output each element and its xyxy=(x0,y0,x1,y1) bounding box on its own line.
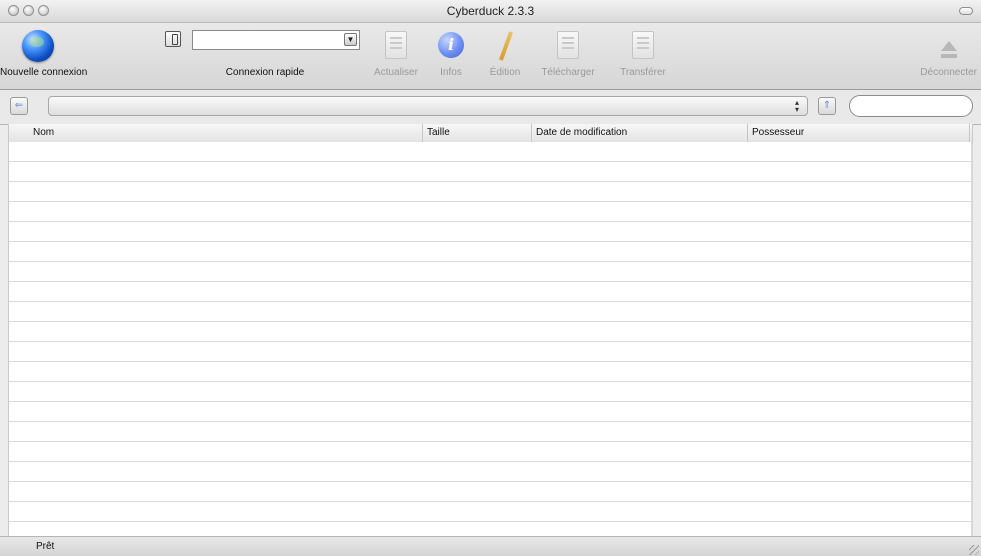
toolbar-toggle-button[interactable] xyxy=(959,7,973,15)
refresh-button[interactable]: Actualiser xyxy=(373,23,419,89)
window-title: Cyberduck 2.3.3 xyxy=(446,4,535,18)
refresh-icon xyxy=(385,31,407,59)
column-header-modified[interactable]: Date de modification xyxy=(532,124,748,142)
up-arrow-icon: ⇑ xyxy=(822,100,832,111)
disconnect-label: Déconnecter xyxy=(920,67,977,78)
title-bar: Cyberduck 2.3.3 xyxy=(0,0,981,23)
download-button[interactable]: Télécharger xyxy=(532,23,604,89)
upload-label: Transférer xyxy=(620,67,666,78)
up-down-arrows-icon: ▴ ▾ xyxy=(794,98,799,114)
column-header-size[interactable]: Taille xyxy=(423,124,532,142)
edit-label: Édition xyxy=(489,67,521,78)
new-connection-button[interactable]: Nouvelle connexion xyxy=(0,23,88,89)
path-popup[interactable]: ▴ ▾ xyxy=(48,96,808,116)
chevron-down-icon[interactable]: ▼ xyxy=(344,33,357,46)
column-header-owner[interactable]: Possesseur xyxy=(748,124,970,142)
toolbar: Nouvelle connexion ▼ Connexion rapide Ac… xyxy=(0,23,981,90)
disconnect-button[interactable]: Déconnecter xyxy=(917,23,981,89)
upload-button[interactable]: Transférer xyxy=(611,23,675,89)
pencil-icon xyxy=(498,31,514,61)
back-arrow-icon: ⇐ xyxy=(14,100,24,111)
quick-connect-combo[interactable]: ▼ xyxy=(192,30,360,50)
upload-icon xyxy=(632,31,654,59)
globe-icon xyxy=(22,30,54,62)
download-icon xyxy=(557,31,579,59)
quick-connect: ▼ Connexion rapide xyxy=(160,23,370,89)
new-connection-label: Nouvelle connexion xyxy=(0,67,88,78)
eject-icon xyxy=(940,41,958,61)
path-bar: ⇐ ▴ ▾ ⇑ xyxy=(0,90,981,125)
back-button[interactable]: ⇐ xyxy=(10,97,28,115)
status-text: Prêt xyxy=(36,541,55,552)
download-label: Télécharger xyxy=(541,67,595,78)
resize-grip-icon[interactable] xyxy=(969,545,979,555)
search-input[interactable] xyxy=(849,95,973,117)
refresh-label: Actualiser xyxy=(374,67,418,78)
info-icon: i xyxy=(438,32,464,58)
file-browser-table[interactable]: Nom Taille Date de modification Possesse… xyxy=(8,124,973,536)
table-header: Nom Taille Date de modification Possesse… xyxy=(9,124,972,143)
info-button[interactable]: i Infos xyxy=(429,23,473,89)
status-bar: Prêt xyxy=(0,536,981,556)
column-header-name[interactable]: Nom xyxy=(29,124,423,142)
app-window: Cyberduck 2.3.3 Nouvelle connexion ▼ Con… xyxy=(0,0,981,556)
bookmark-icon[interactable] xyxy=(165,31,181,47)
parent-directory-button[interactable]: ⇑ xyxy=(818,97,836,115)
info-label: Infos xyxy=(440,67,462,78)
edit-button[interactable]: Édition xyxy=(482,23,528,89)
quick-connect-label: Connexion rapide xyxy=(225,67,305,78)
vertical-scrollbar[interactable] xyxy=(971,142,973,536)
table-rows xyxy=(9,142,972,536)
